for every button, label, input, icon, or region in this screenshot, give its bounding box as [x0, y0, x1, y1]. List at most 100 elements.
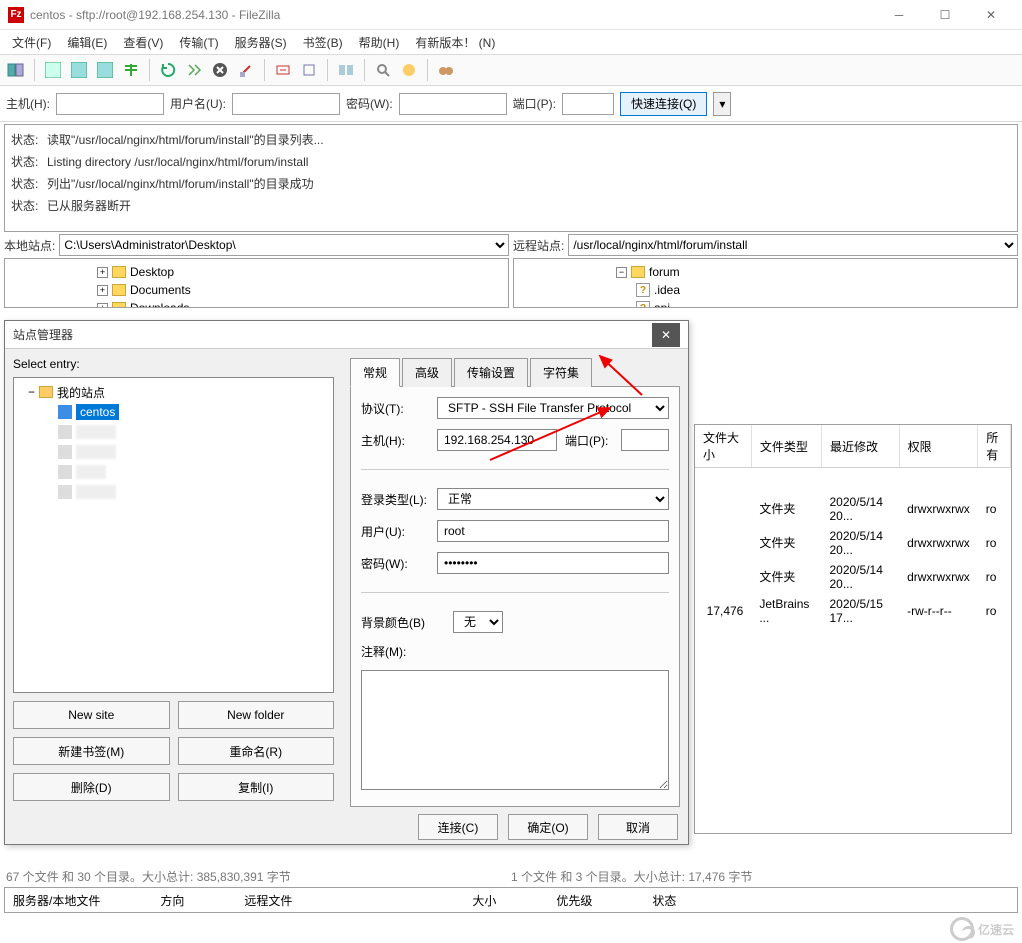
tree-node[interactable]: forum: [649, 265, 680, 279]
toggle-local-tree-icon[interactable]: [67, 58, 91, 82]
collapse-icon[interactable]: −: [616, 267, 627, 278]
expand-icon[interactable]: +: [97, 267, 108, 278]
tab-transfer[interactable]: 传输设置: [454, 358, 528, 387]
local-tree[interactable]: + Desktop + Documents + Downloads: [4, 258, 509, 308]
toggle-remote-tree-icon[interactable]: [93, 58, 117, 82]
quickconnect-button[interactable]: 快速连接(Q): [620, 92, 707, 116]
tree-node[interactable]: Downloads: [130, 301, 189, 308]
new-site-button[interactable]: New site: [13, 701, 170, 729]
tree-node[interactable]: .idea: [654, 283, 680, 297]
protocol-label: 协议(T):: [361, 400, 429, 417]
tree-node[interactable]: Documents: [130, 283, 191, 297]
remote-file-list[interactable]: 文件大小 文件类型 最近修改 权限 所有 文件夹2020/5/14 20...d…: [694, 424, 1012, 834]
folder-icon: [631, 266, 645, 278]
user-input[interactable]: [232, 93, 340, 115]
site-hidden[interactable]: [76, 425, 116, 439]
expand-icon[interactable]: +: [97, 303, 108, 309]
col-perm[interactable]: 权限: [899, 425, 978, 468]
connect-button[interactable]: 连接(C): [418, 814, 498, 840]
watermark-icon: [950, 917, 974, 941]
col-size[interactable]: 文件大小: [695, 425, 751, 468]
copy-button[interactable]: 复制(I): [178, 773, 335, 801]
server-icon: [58, 425, 72, 439]
tab-advanced[interactable]: 高级: [402, 358, 452, 387]
site-centos[interactable]: centos: [76, 404, 119, 420]
pass-input[interactable]: [399, 93, 507, 115]
queue-col[interactable]: 优先级: [556, 892, 592, 908]
search-icon[interactable]: [371, 58, 395, 82]
collapse-icon[interactable]: −: [28, 385, 35, 399]
port-input[interactable]: [621, 429, 669, 451]
logon-type-select[interactable]: 正常: [437, 488, 669, 510]
bg-color-select[interactable]: 无: [453, 611, 503, 633]
tree-node[interactable]: api: [654, 301, 670, 308]
dialog-close-button[interactable]: ✕: [652, 323, 680, 347]
port-input[interactable]: [562, 93, 614, 115]
tab-charset[interactable]: 字符集: [530, 358, 592, 387]
find-icon[interactable]: [434, 58, 458, 82]
protocol-select[interactable]: SFTP - SSH File Transfer Protocol: [437, 397, 669, 419]
comment-textarea[interactable]: [361, 670, 669, 790]
compare-icon[interactable]: [334, 58, 358, 82]
menu-transfer[interactable]: 传输(T): [173, 32, 224, 53]
menu-server[interactable]: 服务器(S): [229, 32, 293, 53]
user-input[interactable]: [437, 520, 669, 542]
queue-col[interactable]: 大小: [472, 892, 496, 908]
site-hidden[interactable]: [76, 465, 106, 479]
process-queue-icon[interactable]: [182, 58, 206, 82]
queue-col[interactable]: 远程文件: [244, 892, 292, 908]
queue-col[interactable]: 方向: [160, 892, 184, 908]
queue-col[interactable]: 服务器/本地文件: [13, 892, 100, 908]
menu-help[interactable]: 帮助(H): [353, 32, 406, 53]
maximize-button[interactable]: ☐: [922, 1, 968, 29]
menu-view[interactable]: 查看(V): [117, 32, 169, 53]
toggle-log-icon[interactable]: [41, 58, 65, 82]
col-type[interactable]: 文件类型: [751, 425, 821, 468]
remote-path-select[interactable]: /usr/local/nginx/html/forum/install: [568, 234, 1018, 256]
disconnect-icon[interactable]: [234, 58, 258, 82]
reconnect-icon[interactable]: [271, 58, 295, 82]
host-input[interactable]: [437, 429, 557, 451]
table-row: 文件夹2020/5/14 20...drwxrwxrwxro: [695, 492, 1011, 526]
col-mod[interactable]: 最近修改: [821, 425, 899, 468]
rename-button[interactable]: 重命名(R): [178, 737, 335, 765]
password-input[interactable]: [437, 552, 669, 574]
log-pane[interactable]: 状态:读取"/usr/local/nginx/html/forum/instal…: [4, 124, 1018, 232]
toggle-queue-icon[interactable]: [119, 58, 143, 82]
delete-button[interactable]: 删除(D): [13, 773, 170, 801]
new-bookmark-button[interactable]: 新建书签(M): [13, 737, 170, 765]
tree-node[interactable]: Desktop: [130, 265, 174, 279]
comment-label: 注释(M):: [361, 643, 429, 660]
local-path-select[interactable]: C:\Users\Administrator\Desktop\: [59, 234, 509, 256]
server-icon: [58, 445, 72, 459]
ok-button[interactable]: 确定(O): [508, 814, 588, 840]
cancel-button[interactable]: 取消: [598, 814, 678, 840]
unknown-icon: ?: [636, 301, 650, 308]
site-manager-icon[interactable]: [4, 58, 28, 82]
new-folder-button[interactable]: New folder: [178, 701, 335, 729]
dialog-title: 站点管理器: [13, 326, 652, 343]
queue-col[interactable]: 状态: [652, 892, 676, 908]
close-button[interactable]: ✕: [968, 1, 1014, 29]
menu-bookmarks[interactable]: 书签(B): [297, 32, 349, 53]
site-tree[interactable]: − 我的站点 centos: [13, 377, 334, 693]
table-row: 文件夹2020/5/14 20...drwxrwxrwxro: [695, 526, 1011, 560]
tree-root[interactable]: 我的站点: [57, 384, 105, 401]
cancel-icon[interactable]: [208, 58, 232, 82]
remote-tree[interactable]: −forum ?.idea ?api: [513, 258, 1018, 308]
menu-edit[interactable]: 编辑(E): [61, 32, 113, 53]
tab-general[interactable]: 常规: [350, 358, 400, 387]
remote-site-label: 远程站点:: [513, 237, 564, 254]
refresh-icon[interactable]: [156, 58, 180, 82]
host-input[interactable]: [56, 93, 164, 115]
site-hidden[interactable]: [76, 485, 116, 499]
site-hidden[interactable]: [76, 445, 116, 459]
menu-file[interactable]: 文件(F): [6, 32, 57, 53]
minimize-button[interactable]: ─: [876, 1, 922, 29]
menu-update[interactable]: 有新版本！ (N): [409, 32, 501, 53]
quickconnect-dropdown[interactable]: ▾: [713, 92, 731, 116]
col-own[interactable]: 所有: [978, 425, 1011, 468]
expand-icon[interactable]: +: [97, 285, 108, 296]
sync-icon[interactable]: [397, 58, 421, 82]
filter-icon[interactable]: [297, 58, 321, 82]
